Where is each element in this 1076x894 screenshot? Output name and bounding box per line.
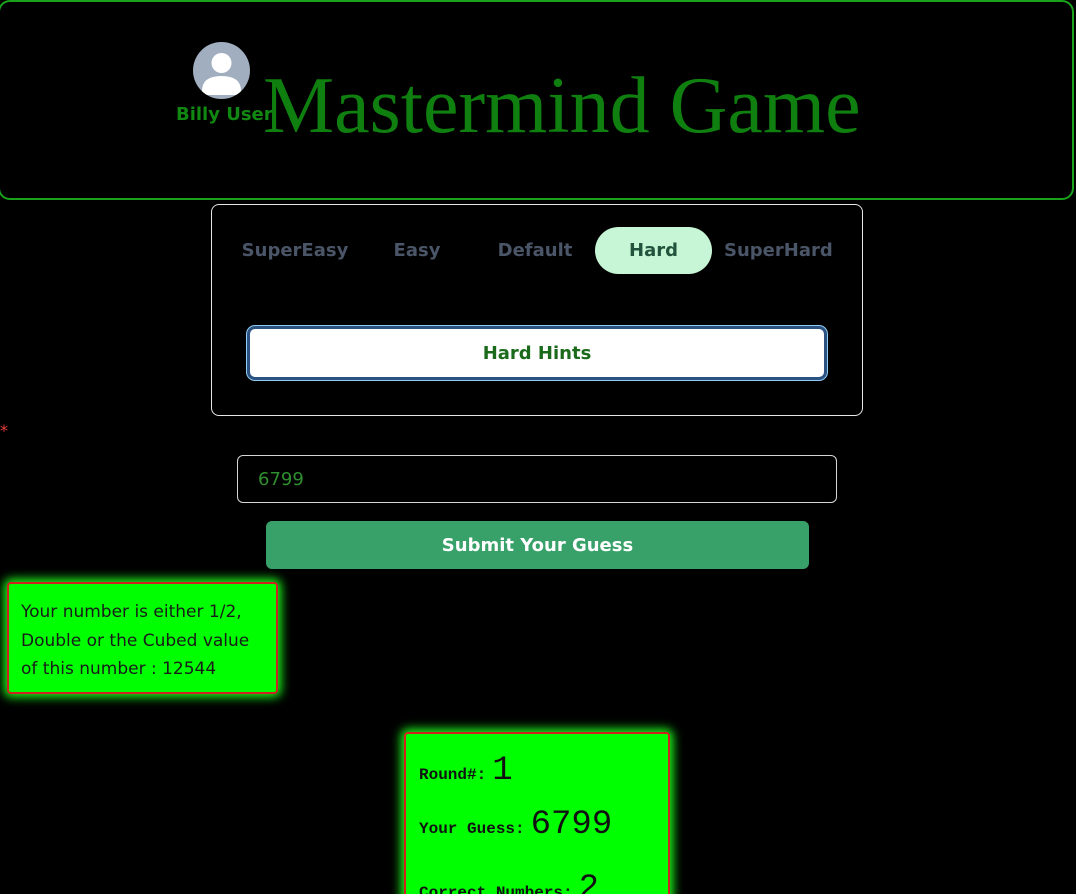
- user-avatar-icon: [202, 53, 241, 95]
- tab-easy[interactable]: Easy: [372, 227, 462, 274]
- guess-input[interactable]: [237, 455, 837, 503]
- guess-label: Your Guess:: [419, 820, 525, 838]
- round-value: 1: [492, 752, 513, 790]
- guess-row: Your Guess: 6799: [419, 806, 612, 844]
- avatar[interactable]: [193, 42, 250, 99]
- difficulty-panel: SuperEasy Easy Default Hard SuperHard Ha…: [211, 204, 863, 416]
- user-name: Billy User: [176, 104, 273, 125]
- correct-numbers-label: Correct Numbers:: [419, 884, 573, 894]
- tab-superhard[interactable]: SuperHard: [724, 227, 833, 274]
- page-title: Mastermind Game: [263, 62, 861, 150]
- hint-message: Your number is either 1/2, Double or the…: [7, 582, 278, 694]
- round-result-card: Round#: 1 Your Guess: 6799 Correct Numbers…: [404, 732, 670, 894]
- round-row: Round#: 1: [419, 752, 513, 790]
- guess-value: 6799: [530, 806, 613, 844]
- tab-supereasy[interactable]: SuperEasy: [240, 227, 350, 274]
- hint-line: of this number : 12544: [21, 659, 217, 679]
- page: Billy User Mastermind Game SuperEasy Eas…: [0, 0, 1076, 894]
- tab-hard[interactable]: Hard: [595, 227, 712, 274]
- round-label: Round#:: [419, 766, 487, 784]
- required-marker: *: [0, 421, 8, 440]
- tab-default[interactable]: Default: [487, 227, 583, 274]
- hint-line: Double or the Cubed value: [21, 630, 250, 651]
- hint-line: Your number is either 1/2,: [21, 602, 242, 622]
- submit-guess-button[interactable]: Submit Your Guess: [266, 521, 809, 569]
- correct-numbers-row: Correct Numbers: 2: [419, 870, 599, 894]
- correct-numbers-value: 2: [578, 870, 600, 894]
- app-header: Billy User Mastermind Game: [0, 0, 1074, 200]
- hard-hints-button[interactable]: Hard Hints: [247, 326, 827, 380]
